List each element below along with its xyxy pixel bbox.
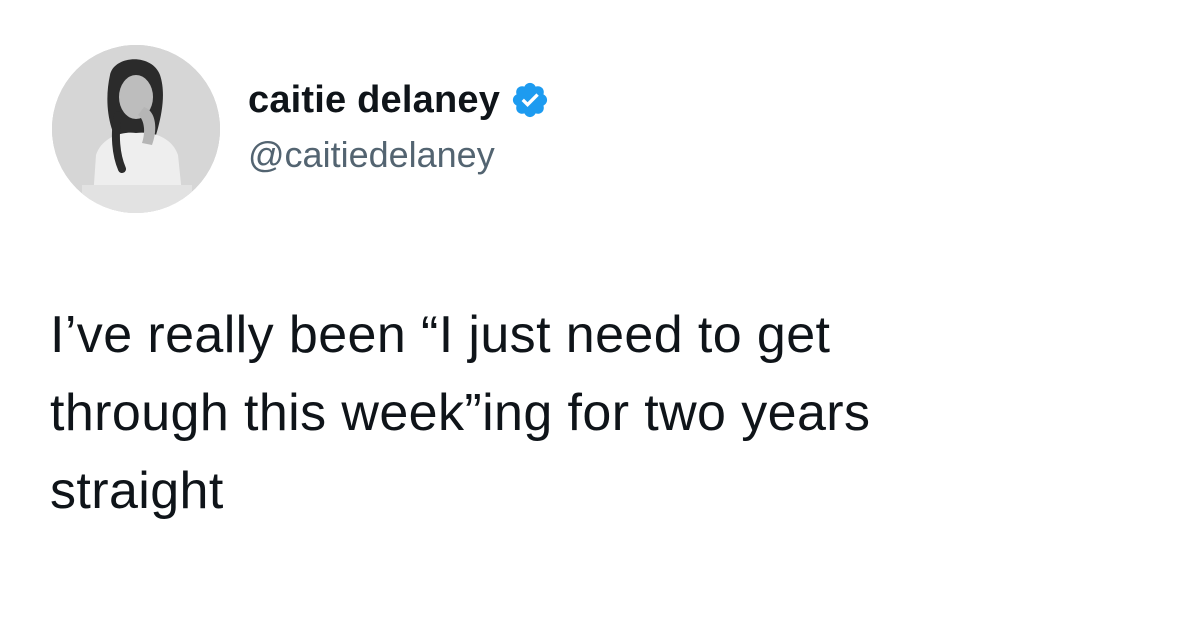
tweet-text: I’ve really been “I just need to get thr… <box>50 306 871 520</box>
name-row: caitie delaney <box>248 76 550 124</box>
avatar-photo <box>52 45 220 213</box>
display-name[interactable]: caitie delaney <box>248 76 500 124</box>
tweet-card: caitie delaney @caitiedelaney I’ve reall… <box>0 0 1200 630</box>
avatar[interactable] <box>52 45 220 213</box>
user-info: caitie delaney @caitiedelaney <box>248 76 550 178</box>
user-handle[interactable]: @caitiedelaney <box>248 132 550 178</box>
verified-badge-icon <box>510 80 550 120</box>
